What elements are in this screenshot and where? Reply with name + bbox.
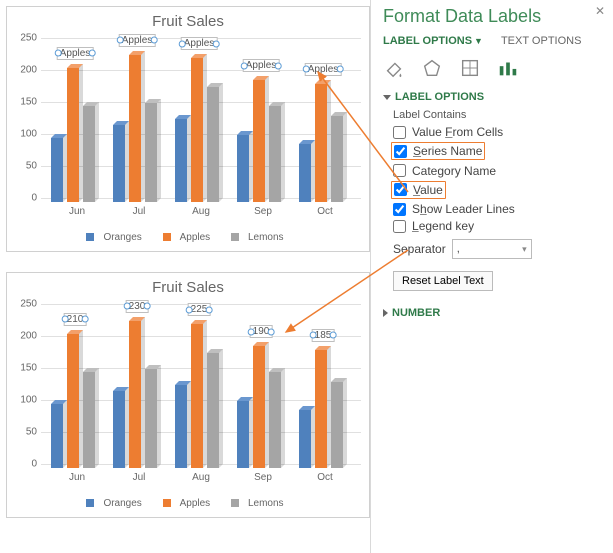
- panel-title: Format Data Labels: [383, 6, 603, 27]
- tab-label-options[interactable]: LABEL OPTIONS▼: [383, 35, 483, 47]
- opt-category-name[interactable]: Category Name: [393, 164, 603, 178]
- chevron-down-icon: ▾: [522, 244, 527, 255]
- format-data-labels-panel: ✕ Format Data Labels LABEL OPTIONS▼ TEXT…: [370, 0, 613, 553]
- data-label[interactable]: Apples: [305, 63, 342, 76]
- chart-title: Fruit Sales: [15, 13, 361, 30]
- chart-legend: Oranges Apples Lemons: [15, 232, 361, 243]
- separator-select[interactable]: ,▾: [452, 239, 532, 259]
- chevron-down-icon: ▼: [474, 36, 483, 46]
- size-properties-icon[interactable]: [459, 57, 481, 79]
- opt-series-name[interactable]: Series Name: [394, 144, 482, 158]
- data-label[interactable]: Apples: [181, 37, 218, 50]
- data-label[interactable]: Apples: [243, 59, 280, 72]
- data-label[interactable]: Apples: [57, 47, 94, 60]
- data-label[interactable]: 185: [312, 329, 335, 342]
- close-icon[interactable]: ✕: [595, 4, 605, 18]
- chart-title: Fruit Sales: [15, 279, 361, 296]
- separator-label: Separator: [393, 242, 446, 256]
- fill-icon[interactable]: [383, 57, 405, 79]
- data-label[interactable]: 210: [64, 313, 87, 326]
- data-label[interactable]: Apples: [119, 34, 156, 47]
- chart-top[interactable]: Fruit Sales 050100150200250JunApplesJulA…: [6, 6, 370, 252]
- section-label-options[interactable]: LABEL OPTIONS: [383, 91, 603, 103]
- label-options-icon[interactable]: [497, 57, 519, 79]
- data-label[interactable]: 190: [250, 325, 273, 338]
- effects-icon[interactable]: [421, 57, 443, 79]
- chart-plot-area: 050100150200250Jun210Jul230Aug225Sep190O…: [41, 300, 361, 480]
- chart-plot-area: 050100150200250JunApplesJulApplesAugAppl…: [41, 34, 361, 214]
- chart-legend: Oranges Apples Lemons: [15, 498, 361, 509]
- chart-bottom[interactable]: Fruit Sales 050100150200250Jun210Jul230A…: [6, 272, 370, 518]
- tab-text-options[interactable]: TEXT OPTIONS: [501, 35, 581, 47]
- data-label[interactable]: 225: [188, 303, 211, 316]
- label-contains-heading: Label Contains: [393, 109, 603, 121]
- opt-value-from-cells[interactable]: Value From Cells: [393, 125, 603, 139]
- opt-value[interactable]: Value: [394, 183, 443, 197]
- opt-legend-key[interactable]: Legend key: [393, 219, 603, 233]
- opt-show-leader-lines[interactable]: Show Leader Lines: [393, 202, 603, 216]
- reset-label-text-button[interactable]: Reset Label Text: [393, 271, 493, 291]
- data-label[interactable]: 230: [126, 300, 149, 313]
- section-number[interactable]: NUMBER: [383, 307, 603, 319]
